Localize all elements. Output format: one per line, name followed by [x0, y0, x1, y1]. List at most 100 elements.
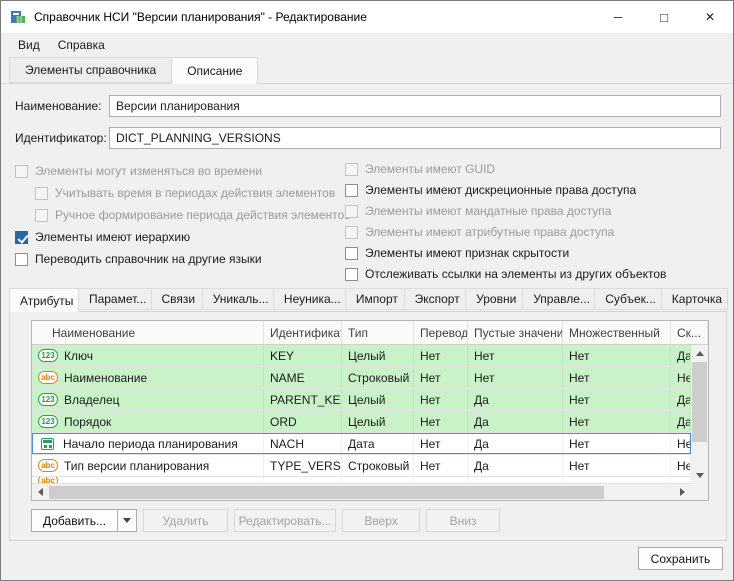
move-down-button[interactable]: Вниз — [426, 509, 500, 532]
checkbox-box — [345, 226, 358, 239]
cell-multiple: Нет — [563, 455, 671, 476]
checkbox-discretionary-access-rights[interactable]: Элементы имеют дискреционные права досту… — [345, 182, 725, 198]
menu-item-view[interactable]: Вид — [9, 33, 49, 57]
checkbox-label: Элементы имеют признак скрытости — [365, 246, 569, 260]
table-row-selected[interactable]: Начало периода планирования NACH Дата Не… — [32, 433, 691, 455]
tab-card[interactable]: Карточка — [661, 288, 728, 310]
cell-empty-values: Да — [468, 455, 563, 476]
checkbox-label: Элементы имеют дискреционные права досту… — [365, 183, 636, 197]
column-header-identifier[interactable]: Идентификатор — [264, 321, 342, 344]
tab-description[interactable]: Описание — [171, 57, 258, 84]
name-input[interactable] — [109, 95, 721, 117]
cell-empty-values: Нет — [468, 367, 563, 388]
checkbox-elements-have-guid[interactable]: Элементы имеют GUID — [345, 161, 725, 177]
column-header-empty-values[interactable]: Пустые значения — [468, 321, 563, 344]
name-label: Наименование: — [15, 95, 102, 117]
identifier-input[interactable] — [109, 127, 721, 149]
vertical-scrollbar[interactable] — [691, 345, 708, 483]
table-row[interactable]: abc Тип версии планирования TYPE_VERSION… — [32, 455, 691, 477]
attributes-tab-page: Наименование Идентификатор Тип Перевод П… — [9, 311, 727, 541]
tab-attributes[interactable]: Атрибуты — [9, 288, 79, 312]
cell-name: 123 Владелец — [32, 389, 264, 410]
menubar: Вид Справка — [1, 33, 733, 57]
save-button[interactable]: Сохранить — [638, 547, 723, 570]
scroll-right-arrow-icon[interactable] — [674, 484, 691, 500]
integer-type-icon: 123 — [38, 393, 58, 406]
cell-translate: Нет — [414, 433, 468, 454]
checkbox-box — [345, 268, 358, 281]
tab-import[interactable]: Импорт — [345, 288, 405, 310]
tab-relations[interactable]: Связи — [151, 288, 203, 310]
column-header-hidden[interactable]: Ск... — [671, 321, 708, 344]
cell-multiple: Нет — [563, 411, 671, 432]
dropdown-arrow-icon[interactable] — [118, 510, 136, 531]
checkbox-mandatory-access-rights[interactable]: Элементы имеют мандатные права доступа — [345, 203, 725, 219]
tab-unique[interactable]: Уникаль... — [202, 288, 274, 310]
date-type-icon — [41, 438, 54, 450]
checkbox-label: Элементы имеют атрибутные права доступа — [365, 225, 614, 239]
scroll-down-arrow-icon[interactable] — [691, 467, 708, 483]
attributes-table: Наименование Идентификатор Тип Перевод П… — [31, 320, 709, 501]
cell-empty-values: Да — [468, 433, 563, 454]
table-row[interactable]: abc Наименование NAME Строковый Нет Нет … — [32, 367, 691, 389]
tab-levels[interactable]: Уровни — [465, 288, 523, 310]
checkbox-consider-time-in-periods[interactable]: Учитывать время в периодах действия элем… — [35, 185, 339, 201]
checkbox-box — [345, 184, 358, 197]
cell-hidden: Нет — [671, 367, 691, 388]
table-action-buttons: Добавить... Удалить Редактировать... Вве… — [31, 509, 500, 532]
move-up-button[interactable]: Вверх — [342, 509, 420, 532]
delete-button[interactable]: Удалить — [143, 509, 228, 532]
column-header-translate[interactable]: Перевод — [414, 321, 468, 344]
cell-name: Начало периода планирования — [32, 433, 264, 454]
app-icon — [10, 9, 26, 25]
maximize-button[interactable]: □ — [641, 1, 687, 33]
tab-subjects[interactable]: Субъек... — [594, 288, 662, 310]
horizontal-scrollbar[interactable] — [32, 483, 691, 500]
checkbox-label: Отслеживать ссылки на элементы из других… — [365, 267, 666, 281]
checkbox-hidden-flag[interactable]: Элементы имеют признак скрытости — [345, 245, 725, 261]
cell-identifier: NACH — [264, 433, 342, 454]
horizontal-scrollbar-thumb[interactable] — [49, 486, 604, 499]
edit-button[interactable]: Редактировать... — [234, 509, 336, 532]
table-row[interactable]: 123 Ключ KEY Целый Нет Нет Нет Да — [32, 345, 691, 367]
tab-nonunique[interactable]: Неуника... — [273, 288, 346, 310]
table-row[interactable]: 123 Порядок ORD Целый Нет Да Нет Да — [32, 411, 691, 433]
tab-dictionary-elements[interactable]: Элементы справочника — [9, 57, 172, 83]
attribute-tab-strip: Атрибуты Парамет... Связи Уникаль... Неу… — [9, 288, 727, 311]
vertical-scrollbar-thumb[interactable] — [692, 362, 707, 442]
options-right-column: Элементы имеют GUID Элементы имеют дискр… — [345, 161, 725, 282]
close-button[interactable]: ✕ — [687, 1, 733, 33]
tab-parameters[interactable]: Парамет... — [78, 288, 152, 310]
checkbox-translate-dictionary[interactable]: Переводить справочник на другие языки — [15, 251, 339, 267]
cell-identifier: PARENT_KEY — [264, 389, 342, 410]
column-header-multiple[interactable]: Множественный — [563, 321, 671, 344]
table-row[interactable]: 123 Владелец PARENT_KEY Целый Нет Да Нет… — [32, 389, 691, 411]
menu-item-help[interactable]: Справка — [49, 33, 114, 57]
checkbox-label: Элементы могут изменяться во времени — [35, 164, 262, 178]
cell-translate: Нет — [414, 389, 468, 410]
scroll-up-arrow-icon[interactable] — [691, 345, 708, 361]
cell-name: 123 Порядок — [32, 411, 264, 432]
checkbox-elements-have-hierarchy[interactable]: Элементы имеют иерархию — [15, 229, 339, 245]
cell-name: abc Тип версии планирования — [32, 455, 264, 476]
checkbox-track-references[interactable]: Отслеживать ссылки на элементы из других… — [345, 266, 725, 282]
cell-multiple: Нет — [563, 367, 671, 388]
cell-empty-values: Да — [468, 411, 563, 432]
checkbox-elements-change-in-time[interactable]: Элементы могут изменяться во времени — [15, 163, 339, 179]
tab-management[interactable]: Управле... — [522, 288, 595, 310]
cell-hidden: Да — [671, 345, 691, 366]
column-header-type[interactable]: Тип — [342, 321, 414, 344]
tab-export[interactable]: Экспорт — [404, 288, 467, 310]
cell-translate: Нет — [414, 455, 468, 476]
cell-translate: Нет — [414, 345, 468, 366]
checkbox-attribute-access-rights[interactable]: Элементы имеют атрибутные права доступа — [345, 224, 725, 240]
minimize-button[interactable]: ─ — [595, 1, 641, 33]
checkbox-box — [35, 187, 48, 200]
checkbox-label: Переводить справочник на другие языки — [35, 252, 262, 266]
checkbox-label: Ручное формирование периода действия эле… — [55, 208, 351, 222]
column-header-name[interactable]: Наименование — [32, 321, 264, 344]
checkbox-manual-period-forming[interactable]: Ручное формирование периода действия эле… — [35, 207, 339, 223]
scroll-left-arrow-icon[interactable] — [32, 484, 49, 500]
checkbox-box — [345, 247, 358, 260]
add-button[interactable]: Добавить... — [31, 509, 137, 532]
